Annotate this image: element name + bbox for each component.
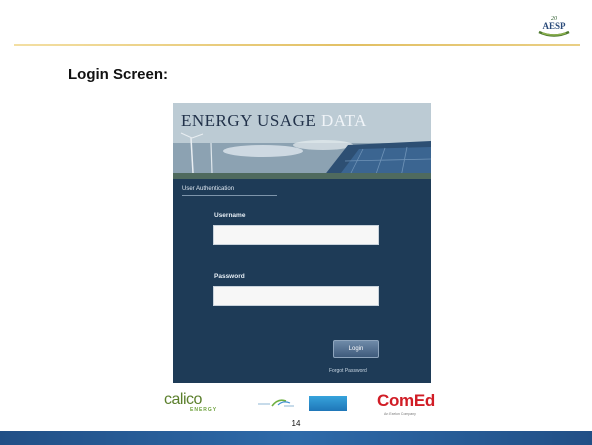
partner-blue-logo-icon <box>309 396 347 411</box>
slide: 20 AESP Login Screen: ENERGY USAGE DATA … <box>0 0 592 445</box>
section-underline <box>182 195 277 196</box>
calico-logo: calico ENERGY <box>164 391 234 415</box>
banner-title: ENERGY USAGE DATA <box>181 111 367 131</box>
banner: ENERGY USAGE DATA <box>173 103 431 179</box>
login-screenshot-panel: ENERGY USAGE DATA User Authentication Us… <box>173 103 431 383</box>
svg-text:AESP: AESP <box>542 21 566 31</box>
partner-logos: calico ENERGY ComEd An Exelon Company <box>164 389 454 419</box>
page-number: 14 <box>291 419 301 428</box>
comed-logo: ComEd <box>377 391 436 410</box>
username-input[interactable] <box>213 225 379 245</box>
section-label: User Authentication <box>182 186 235 192</box>
footer-bar <box>0 431 592 445</box>
header-rule <box>14 44 580 46</box>
password-input[interactable] <box>213 286 379 306</box>
slide-title: Login Screen: <box>68 66 169 83</box>
banner-title-accent: DATA <box>320 111 367 130</box>
partner-leaf-logo-icon <box>258 399 294 407</box>
login-button[interactable]: Login <box>333 340 379 358</box>
banner-title-main: ENERGY USAGE <box>181 111 321 130</box>
forgot-password-link[interactable]: Forgot Password <box>329 368 367 374</box>
comed-logo-sub: An Exelon Company <box>384 412 416 416</box>
password-label: Password <box>214 273 245 280</box>
calico-logo-sub: ENERGY <box>190 407 218 413</box>
aesp-logo-icon: 20 AESP <box>538 16 570 37</box>
username-label: Username <box>214 212 246 219</box>
